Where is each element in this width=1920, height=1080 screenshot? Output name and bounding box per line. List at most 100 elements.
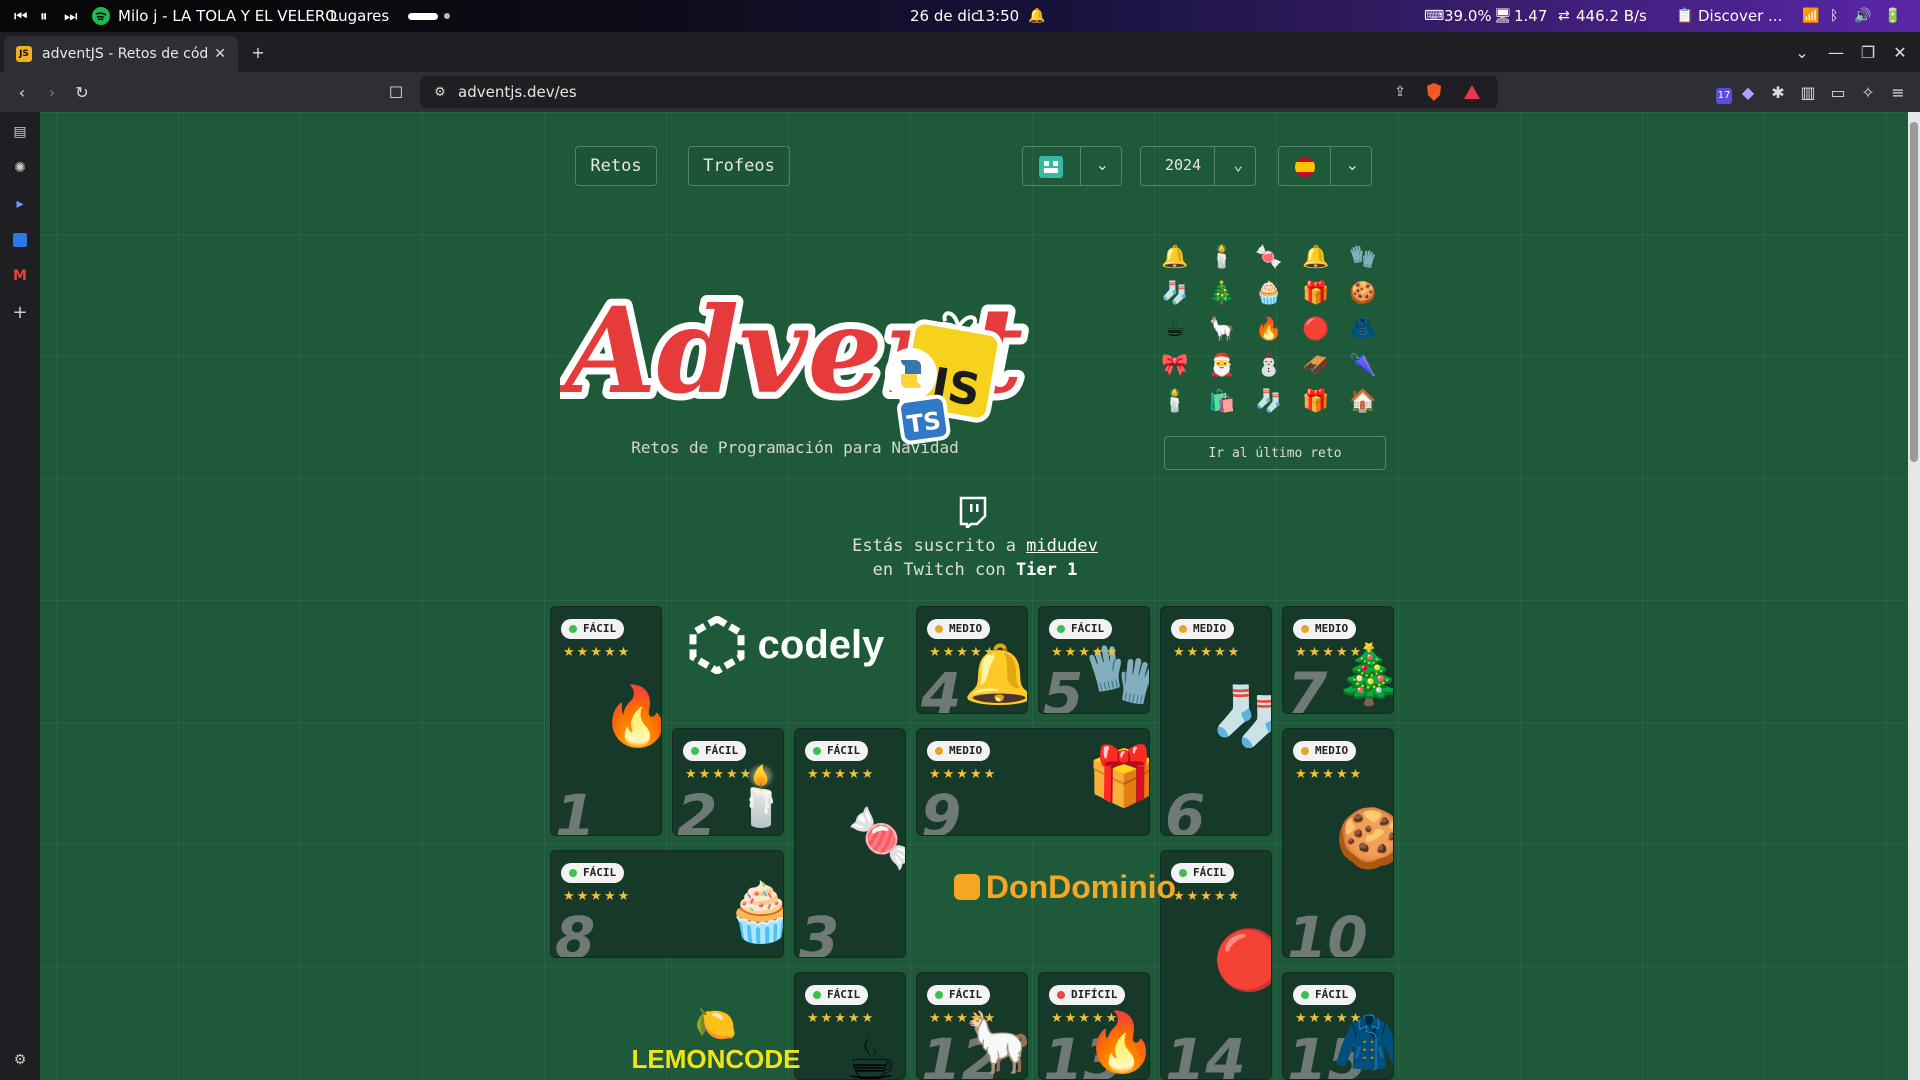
sticker[interactable]: 🦙 (1207, 314, 1237, 344)
dondominio-sponsor[interactable]: DonDominio (920, 852, 1210, 922)
system-load[interactable]: 1.47 (1514, 0, 1547, 32)
last-challenge-button[interactable]: Ir al último reto (1164, 436, 1386, 470)
address-bar[interactable]: ⚙ adventjs.dev/es ⇪ (420, 76, 1498, 108)
twitch-user-link[interactable]: midudev (1026, 536, 1098, 556)
year-select[interactable]: 2024 ⌄ (1140, 146, 1256, 186)
brave-shield-icon[interactable] (1420, 78, 1448, 106)
sticker[interactable]: 🍪 (1348, 278, 1378, 308)
language-select[interactable]: ⌄ (1278, 146, 1372, 186)
retos-button[interactable]: Retos (575, 146, 657, 186)
theme-select[interactable]: ⌄ (1022, 146, 1122, 186)
bluetooth-icon[interactable]: ᛒ (1830, 0, 1838, 32)
sticker[interactable]: 🎄 (1207, 278, 1237, 308)
challenge-card-day-5[interactable]: 5 🧤 FÁCIL ★★★★★ (1038, 606, 1150, 714)
terminal-icon[interactable]: ▸ (8, 192, 32, 216)
restore-icon[interactable]: ❐ (1854, 38, 1882, 66)
sticker[interactable]: 🏠 (1348, 386, 1378, 416)
time[interactable]: 13:50 (976, 0, 1019, 32)
sticker[interactable]: 🔔 (1301, 242, 1331, 272)
challenge-card-day-12[interactable]: 12 🦙 FÁCIL ★★★★★ (916, 972, 1028, 1080)
sticker[interactable]: 🎀 (1160, 350, 1190, 380)
codely-sponsor[interactable]: codely (670, 600, 900, 690)
sticker[interactable]: 🔴 (1301, 314, 1331, 344)
challenge-card-day-3[interactable]: 3🍬 FÁCIL ★★★★★ (794, 728, 906, 958)
pause-icon[interactable]: ⏸ (40, 0, 48, 32)
add-panel-icon[interactable]: + (8, 300, 32, 324)
new-tab-icon[interactable]: + (244, 38, 272, 66)
wallet-icon[interactable]: ▭ (1824, 78, 1852, 106)
trofeos-button[interactable]: Trofeos (688, 146, 790, 186)
previous-track-icon[interactable]: ⏮ (14, 0, 28, 32)
sticker[interactable]: 🛍️ (1207, 386, 1237, 416)
discover-menu[interactable]: Discover ... (1698, 0, 1782, 32)
calendar-app-icon[interactable] (8, 228, 32, 252)
sticker[interactable]: 🛷 (1301, 350, 1331, 380)
forward-icon[interactable]: › (38, 78, 66, 106)
challenge-card-day-2[interactable]: 2🕯️FÁCIL★★★★★ (672, 728, 784, 836)
star-rating: ★★★★★ (563, 645, 632, 660)
sticker[interactable]: 🎁 (1301, 278, 1331, 308)
sticker[interactable]: 🧤 (1348, 242, 1378, 272)
bell-icon[interactable]: 🔔 (1028, 0, 1045, 32)
lemoncode-sponsor[interactable]: 🍋 LEMONCODE (596, 994, 836, 1080)
network-speed[interactable]: 446.2 B/s (1576, 0, 1647, 32)
sticker[interactable]: ⛄ (1254, 350, 1284, 380)
scrollbar[interactable] (1908, 112, 1920, 1080)
sidebar-settings-gear-icon[interactable]: ⚙ (8, 1048, 32, 1072)
challenge-card-day-9[interactable]: 9 🎁 MEDIO ★★★★★ (916, 728, 1150, 836)
sticker[interactable]: 🧦 (1254, 386, 1284, 416)
challenge-card-day-8[interactable]: 8 🧁 FÁCIL ★★★★★ (550, 850, 784, 958)
extensions-puzzle-icon[interactable]: ✱ (1764, 78, 1792, 106)
bookmark-icon[interactable]: ☐ (382, 78, 410, 106)
challenge-card-day-10[interactable]: 10 🍪 MEDIO ★★★★★ (1282, 728, 1394, 958)
diamond-extension-icon[interactable]: ◆ (1734, 78, 1762, 106)
next-track-icon[interactable]: ⏭ (64, 0, 78, 32)
wifi-icon[interactable]: 📶 (1802, 0, 1819, 32)
share-icon[interactable]: ⇪ (1386, 78, 1414, 106)
gmail-icon[interactable]: M (8, 264, 32, 288)
sticker[interactable]: 🕯️ (1207, 242, 1237, 272)
volume-icon[interactable]: 🔊 (1854, 0, 1871, 32)
challenge-card-day-13[interactable]: 13 🔥 DIFÍCIL ★★★★★ (1038, 972, 1150, 1080)
sidebar-toggle-icon[interactable]: ▥ (1794, 78, 1822, 106)
challenge-card-day-7[interactable]: 7🎄MEDIO★★★★★ (1282, 606, 1394, 714)
battery-icon[interactable]: 🔋 (1884, 0, 1901, 32)
close-tab-icon[interactable]: ✕ (214, 46, 226, 62)
sticker[interactable]: 🕯️ (1160, 386, 1190, 416)
sticker[interactable]: 🧥 (1348, 314, 1378, 344)
tab-list-chevron-icon[interactable]: ⌄ (1788, 38, 1816, 66)
sticker[interactable]: 🍬 (1254, 242, 1284, 272)
menu-icon[interactable]: ≡ (1884, 78, 1912, 106)
back-icon[interactable]: ‹ (8, 78, 36, 106)
scrollbar-thumb[interactable] (1910, 122, 1918, 462)
challenge-card-day-15[interactable]: 15🧥FÁCIL★★★★★ (1282, 972, 1394, 1080)
chatgpt-icon[interactable]: ✺ (8, 156, 32, 180)
sticker[interactable]: 🧁 (1254, 278, 1284, 308)
workspace-indicator[interactable] (408, 0, 450, 32)
reload-icon[interactable]: ↻ (68, 78, 96, 106)
now-playing[interactable]: Milo j - LA TOLA Y EL VELERO (118, 0, 337, 32)
sticker[interactable]: ☕ (1160, 314, 1190, 344)
sticker[interactable]: 🧦 (1160, 278, 1190, 308)
site-settings-icon[interactable]: ⚙ (426, 78, 454, 106)
date[interactable]: 26 de dic (910, 0, 979, 32)
challenge-card-day-6[interactable]: 6🧦 MEDIO ★★★★★ (1160, 606, 1272, 836)
sticker[interactable]: 🔔 (1160, 242, 1190, 272)
challenge-card-day-1[interactable]: 1🔥 FÁCIL ★★★★★ (550, 606, 662, 836)
sticker[interactable]: 🎁 (1301, 386, 1331, 416)
page-content: Retos Trofeos ⌄ 2024 ⌄ ⌄ Advent Advent J… (40, 112, 1908, 1080)
active-tab[interactable]: JS adventJS - Retos de códi ✕ (4, 36, 238, 72)
sticker[interactable]: 🎅 (1207, 350, 1237, 380)
challenge-card-day-4[interactable]: 4 🔔 MEDIO ★★★★★ (916, 606, 1028, 714)
close-window-icon[interactable]: ✕ (1886, 38, 1914, 66)
url-text[interactable]: adventjs.dev/es (458, 76, 577, 108)
places-menu[interactable]: Lugares (330, 0, 389, 32)
minimize-icon[interactable]: — (1822, 38, 1850, 66)
sticker[interactable]: 🔥 (1254, 314, 1284, 344)
leo-ai-icon[interactable]: ✧ (1854, 78, 1882, 106)
brave-rewards-icon[interactable] (1458, 78, 1486, 106)
sticker[interactable]: 🌂 (1348, 350, 1378, 380)
reading-list-icon[interactable]: ▤ (8, 120, 32, 144)
battery-percent[interactable]: 39.0% (1444, 0, 1492, 32)
star-rating: ★★★★★ (1051, 1011, 1120, 1026)
